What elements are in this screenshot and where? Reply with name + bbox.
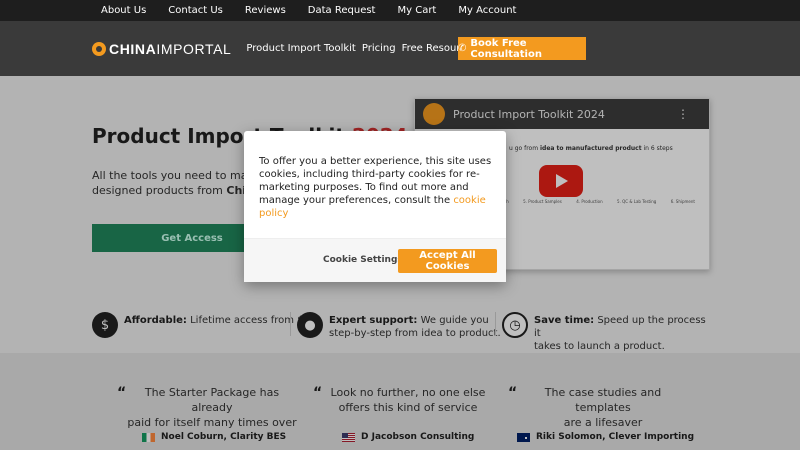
nav-my-account[interactable]: My Account bbox=[458, 5, 516, 16]
main-header: CHINAIMPORTAL Product Import Toolkit Pri… bbox=[0, 21, 800, 76]
cookie-settings-button[interactable]: Cookie Settings bbox=[323, 255, 403, 265]
phone-icon: ✆ bbox=[458, 43, 467, 54]
accept-all-cookies-button[interactable]: Accept All Cookies bbox=[398, 249, 497, 273]
book-consultation-button[interactable]: ✆ Book Free Consultation bbox=[458, 37, 586, 60]
nav-product-import-toolkit[interactable]: Product Import Toolkit bbox=[246, 43, 355, 54]
nav-contact-us[interactable]: Contact Us bbox=[168, 5, 223, 16]
logo[interactable]: CHINAIMPORTAL bbox=[92, 41, 231, 57]
nav-my-cart[interactable]: My Cart bbox=[397, 5, 436, 16]
cookie-dialog-footer: Cookie Settings Accept All Cookies bbox=[244, 238, 506, 282]
nav-about-us[interactable]: About Us bbox=[101, 5, 146, 16]
cookie-consent-dialog: To offer you a better experience, this s… bbox=[244, 131, 506, 282]
top-nav: About Us Contact Us Reviews Data Request… bbox=[0, 0, 800, 21]
nav-pricing[interactable]: Pricing bbox=[362, 43, 396, 54]
logo-pin-icon bbox=[92, 41, 106, 56]
main-nav: Product Import Toolkit Pricing Free Reso… bbox=[243, 43, 480, 54]
nav-data-request[interactable]: Data Request bbox=[308, 5, 376, 16]
nav-reviews[interactable]: Reviews bbox=[245, 5, 286, 16]
cookie-message: To offer you a better experience, this s… bbox=[259, 156, 492, 219]
logo-text: CHINAIMPORTAL bbox=[109, 40, 232, 57]
